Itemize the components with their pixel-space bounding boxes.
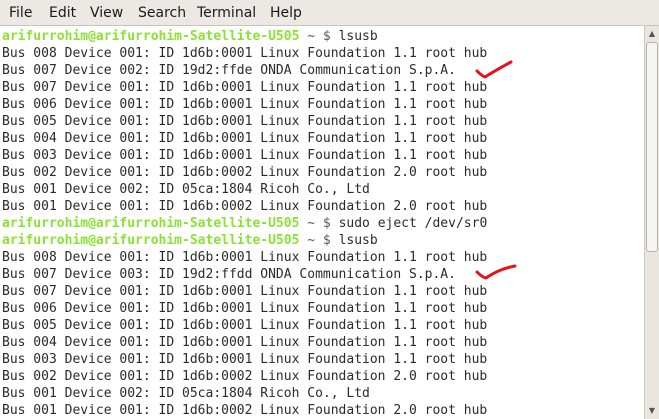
output-line: Bus 006 Device 001: ID 1d6b:0001 Linux F…: [2, 97, 488, 112]
output-line: Bus 002 Device 001: ID 1d6b:0002 Linux F…: [2, 165, 488, 180]
menu-terminal[interactable]: Terminal: [197, 4, 256, 22]
scroll-down-arrow-icon[interactable]: ▼: [645, 404, 659, 418]
output-line: Bus 005 Device 001: ID 1d6b:0001 Linux F…: [2, 318, 488, 333]
output-line: Bus 007 Device 001: ID 1d6b:0001 Linux F…: [2, 80, 488, 95]
red-checkmark-icon: [475, 264, 517, 280]
output-line: Bus 008 Device 001: ID 1d6b:0001 Linux F…: [2, 250, 488, 265]
prompt-separator: ~ $: [299, 233, 339, 248]
scrollbar-thumb[interactable]: [646, 42, 658, 252]
prompt-user-host: arifurrohim@arifurrohim-Satellite-U505: [2, 216, 300, 231]
menu-view[interactable]: View: [90, 4, 123, 22]
output-line: Bus 001 Device 002: ID 05ca:1804 Ricoh C…: [2, 182, 370, 197]
output-line: Bus 008 Device 001: ID 1d6b:0001 Linux F…: [2, 46, 488, 61]
output-line: Bus 001 Device 001: ID 1d6b:0002 Linux F…: [2, 199, 488, 214]
menu-help[interactable]: Help: [270, 4, 302, 22]
command-text: lsusb: [338, 29, 378, 44]
command-text: lsusb: [338, 233, 378, 248]
prompt-line: arifurrohim@arifurrohim-Satellite-U505 ~…: [2, 28, 378, 45]
prompt-user-host: arifurrohim@arifurrohim-Satellite-U505: [2, 233, 300, 248]
output-line: Bus 007 Device 001: ID 1d6b:0001 Linux F…: [2, 284, 488, 299]
menubar: File Edit View Search Terminal Help: [0, 0, 659, 26]
terminal-output[interactable]: arifurrohim@arifurrohim-Satellite-U505 ~…: [0, 26, 644, 419]
menu-edit[interactable]: Edit: [49, 4, 76, 22]
prompt-line: arifurrohim@arifurrohim-Satellite-U505 ~…: [2, 232, 378, 249]
prompt-separator: ~ $: [299, 29, 339, 44]
command-text: sudo eject /dev/sr0: [338, 216, 488, 231]
vertical-scrollbar[interactable]: ▲ ▼: [644, 26, 659, 419]
prompt-user-host: arifurrohim@arifurrohim-Satellite-U505: [2, 29, 300, 44]
output-line: Bus 007 Device 003: ID 19d2:ffdd ONDA Co…: [2, 267, 456, 282]
menu-search[interactable]: Search: [138, 4, 186, 22]
output-line: Bus 003 Device 001: ID 1d6b:0001 Linux F…: [2, 148, 488, 163]
output-line: Bus 001 Device 002: ID 05ca:1804 Ricoh C…: [2, 386, 370, 401]
output-line: Bus 001 Device 001: ID 1d6b:0002 Linux F…: [2, 403, 488, 418]
output-line: Bus 007 Device 002: ID 19d2:ffde ONDA Co…: [2, 63, 456, 78]
output-line: Bus 005 Device 001: ID 1d6b:0001 Linux F…: [2, 114, 488, 129]
output-line: Bus 003 Device 001: ID 1d6b:0001 Linux F…: [2, 352, 488, 367]
output-line: Bus 006 Device 001: ID 1d6b:0001 Linux F…: [2, 301, 488, 316]
scroll-up-arrow-icon[interactable]: ▲: [645, 27, 659, 41]
output-line: Bus 004 Device 001: ID 1d6b:0001 Linux F…: [2, 131, 488, 146]
menu-file[interactable]: File: [9, 4, 32, 22]
red-checkmark-icon: [475, 60, 513, 79]
output-line: Bus 004 Device 001: ID 1d6b:0001 Linux F…: [2, 335, 488, 350]
prompt-separator: ~ $: [299, 216, 339, 231]
output-line: Bus 002 Device 001: ID 1d6b:0002 Linux F…: [2, 369, 488, 384]
terminal-window: File Edit View Search Terminal Help arif…: [0, 0, 659, 419]
prompt-line: arifurrohim@arifurrohim-Satellite-U505 ~…: [2, 215, 487, 232]
